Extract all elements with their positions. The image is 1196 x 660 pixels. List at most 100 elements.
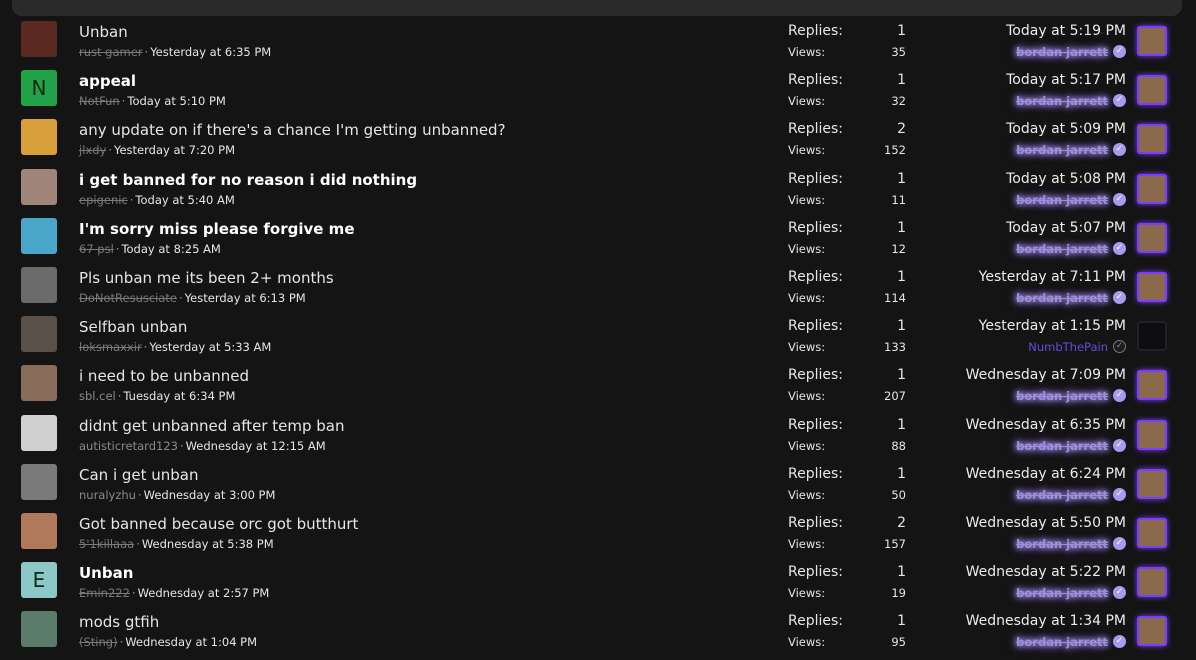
thread-row[interactable]: mods gtfih (Sting) · Wednesday at 1:04 PM …: [0, 608, 1196, 657]
last-poster-name[interactable]: bordan jarrett: [1016, 537, 1108, 551]
author-avatar[interactable]: [21, 512, 57, 549]
last-poster-avatar[interactable]: [1137, 468, 1167, 499]
thread-author[interactable]: rust gamer: [79, 45, 143, 59]
last-poster-avatar[interactable]: [1137, 321, 1167, 352]
thread-title[interactable]: Unban: [79, 23, 128, 41]
thread-author[interactable]: autisticretard123: [79, 439, 178, 453]
thread-start-date[interactable]: Yesterday at 5:33 AM: [149, 340, 271, 354]
thread-row[interactable]: Got banned because orc got butthurt 5'1k…: [0, 510, 1196, 559]
thread-start-date[interactable]: Wednesday at 3:00 PM: [144, 488, 276, 502]
author-avatar[interactable]: [21, 414, 57, 451]
thread-start-date[interactable]: Yesterday at 7:20 PM: [114, 143, 235, 157]
last-post-date[interactable]: Today at 5:17 PM: [1006, 72, 1126, 88]
author-avatar[interactable]: [21, 119, 57, 156]
last-poster-avatar[interactable]: [1137, 419, 1167, 450]
author-avatar[interactable]: [21, 463, 57, 500]
author-avatar[interactable]: E: [21, 562, 57, 599]
thread-start-date[interactable]: Today at 8:25 AM: [121, 242, 220, 256]
thread-start-date[interactable]: Today at 5:10 PM: [127, 94, 225, 108]
thread-start-date[interactable]: Today at 5:40 AM: [135, 193, 234, 207]
thread-author[interactable]: (Sting): [79, 635, 118, 649]
author-avatar[interactable]: [21, 21, 57, 57]
thread-row[interactable]: Can i get unban nuralyzhu · Wednesday at 3…: [0, 461, 1196, 510]
last-poster-name[interactable]: bordan jarrett: [1016, 389, 1108, 403]
last-poster-name[interactable]: NumbThePain: [1028, 340, 1108, 354]
last-poster-avatar[interactable]: [1137, 26, 1167, 56]
thread-author[interactable]: DoNotResusciate: [79, 291, 177, 305]
thread-row[interactable]: Unban rust gamer · Yesterday at 6:35 PM Re…: [0, 18, 1196, 67]
author-avatar[interactable]: [21, 217, 57, 254]
thread-author[interactable]: Emin222: [79, 586, 130, 600]
last-post-date[interactable]: Wednesday at 6:35 PM: [966, 417, 1126, 433]
last-post-date[interactable]: Wednesday at 6:24 PM: [966, 466, 1126, 482]
last-post-date[interactable]: Today at 5:07 PM: [1006, 220, 1126, 236]
thread-row[interactable]: i get banned for no reason i did nothing…: [0, 166, 1196, 215]
last-poster-avatar[interactable]: [1137, 567, 1167, 598]
thread-start-date[interactable]: Wednesday at 5:38 PM: [142, 537, 274, 551]
thread-start-date[interactable]: Yesterday at 6:35 PM: [150, 45, 271, 59]
thread-title[interactable]: i need to be unbanned: [79, 367, 249, 385]
last-poster-avatar[interactable]: [1137, 75, 1167, 106]
thread-start-date[interactable]: Wednesday at 2:57 PM: [138, 586, 270, 600]
last-post-date[interactable]: Today at 5:09 PM: [1006, 121, 1126, 137]
thread-author[interactable]: 67 psl: [79, 242, 114, 256]
thread-row[interactable]: i need to be unbanned sbl.cel · Tuesday at…: [0, 362, 1196, 411]
last-poster-name[interactable]: bordan jarrett: [1016, 291, 1108, 305]
thread-row[interactable]: E Unban Emin222 · Wednesday at 2:57 PM Rep…: [0, 559, 1196, 608]
thread-author[interactable]: loksmaxxir: [79, 340, 142, 354]
thread-row[interactable]: N appeal NotFun · Today at 5:10 PM Replies…: [0, 67, 1196, 116]
thread-title[interactable]: Can i get unban: [79, 466, 199, 484]
thread-title[interactable]: any update on if there's a chance I'm ge…: [79, 121, 506, 139]
last-poster-name[interactable]: bordan jarrett: [1016, 635, 1108, 649]
last-poster-name[interactable]: bordan jarrett: [1016, 242, 1108, 256]
thread-title[interactable]: Pls unban me its been 2+ months: [79, 269, 334, 287]
last-post-date[interactable]: Wednesday at 5:22 PM: [966, 564, 1126, 580]
last-post-date[interactable]: Wednesday at 5:50 PM: [966, 515, 1126, 531]
last-poster-avatar[interactable]: [1137, 517, 1167, 548]
last-poster-name[interactable]: bordan jarrett: [1016, 94, 1108, 108]
last-post-date[interactable]: Today at 5:19 PM: [1006, 23, 1126, 39]
thread-title[interactable]: mods gtfih: [79, 613, 159, 631]
last-poster-name[interactable]: bordan jarrett: [1016, 143, 1108, 157]
thread-start-date[interactable]: Wednesday at 1:04 PM: [125, 635, 257, 649]
last-post-date[interactable]: Today at 5:08 PM: [1006, 171, 1126, 187]
thread-row[interactable]: I'm sorry miss please forgive me 67 psl ·…: [0, 215, 1196, 264]
thread-author[interactable]: NotFun: [79, 94, 120, 108]
last-poster-name[interactable]: bordan jarrett: [1016, 488, 1108, 502]
thread-row[interactable]: didnt get unbanned after temp ban autist…: [0, 412, 1196, 461]
last-poster-name[interactable]: bordan jarrett: [1016, 193, 1108, 207]
last-poster-avatar[interactable]: [1137, 124, 1167, 155]
author-avatar[interactable]: [21, 168, 57, 205]
thread-start-date[interactable]: Tuesday at 6:34 PM: [123, 389, 235, 403]
thread-title[interactable]: I'm sorry miss please forgive me: [79, 220, 355, 238]
author-avatar[interactable]: [21, 266, 57, 303]
last-poster-avatar[interactable]: [1137, 370, 1167, 401]
last-poster-name[interactable]: bordan jarrett: [1016, 586, 1108, 600]
thread-row[interactable]: Selfban unban loksmaxxir · Yesterday at 5:…: [0, 313, 1196, 362]
last-poster-avatar[interactable]: [1137, 616, 1167, 647]
thread-title[interactable]: Selfban unban: [79, 318, 187, 336]
thread-row[interactable]: any update on if there's a chance I'm ge…: [0, 116, 1196, 165]
thread-title[interactable]: appeal: [79, 72, 136, 90]
author-avatar[interactable]: [21, 316, 57, 353]
thread-title[interactable]: Unban: [79, 564, 133, 582]
author-avatar[interactable]: [21, 611, 57, 648]
last-post-date[interactable]: Wednesday at 7:09 PM: [966, 367, 1126, 383]
last-post-date[interactable]: Yesterday at 1:15 PM: [979, 318, 1126, 334]
last-post-date[interactable]: Yesterday at 7:11 PM: [979, 269, 1126, 285]
thread-start-date[interactable]: Yesterday at 6:13 PM: [185, 291, 306, 305]
last-poster-name[interactable]: bordan jarrett: [1016, 45, 1108, 59]
author-avatar[interactable]: [21, 365, 57, 402]
thread-start-date[interactable]: Wednesday at 12:15 AM: [186, 439, 326, 453]
thread-author[interactable]: jlxdy: [79, 143, 106, 157]
thread-title[interactable]: i get banned for no reason i did nothing: [79, 171, 417, 189]
thread-row[interactable]: Pls unban me its been 2+ months DoNotRes…: [0, 264, 1196, 313]
last-poster-avatar[interactable]: [1137, 222, 1167, 253]
last-post-date[interactable]: Wednesday at 1:34 PM: [966, 613, 1126, 629]
last-poster-avatar[interactable]: [1137, 271, 1167, 302]
last-poster-avatar[interactable]: [1137, 173, 1167, 204]
thread-author[interactable]: nuralyzhu: [79, 488, 136, 502]
thread-title[interactable]: Got banned because orc got butthurt: [79, 515, 358, 533]
last-poster-name[interactable]: bordan jarrett: [1016, 439, 1108, 453]
thread-author[interactable]: epigenic: [79, 193, 128, 207]
